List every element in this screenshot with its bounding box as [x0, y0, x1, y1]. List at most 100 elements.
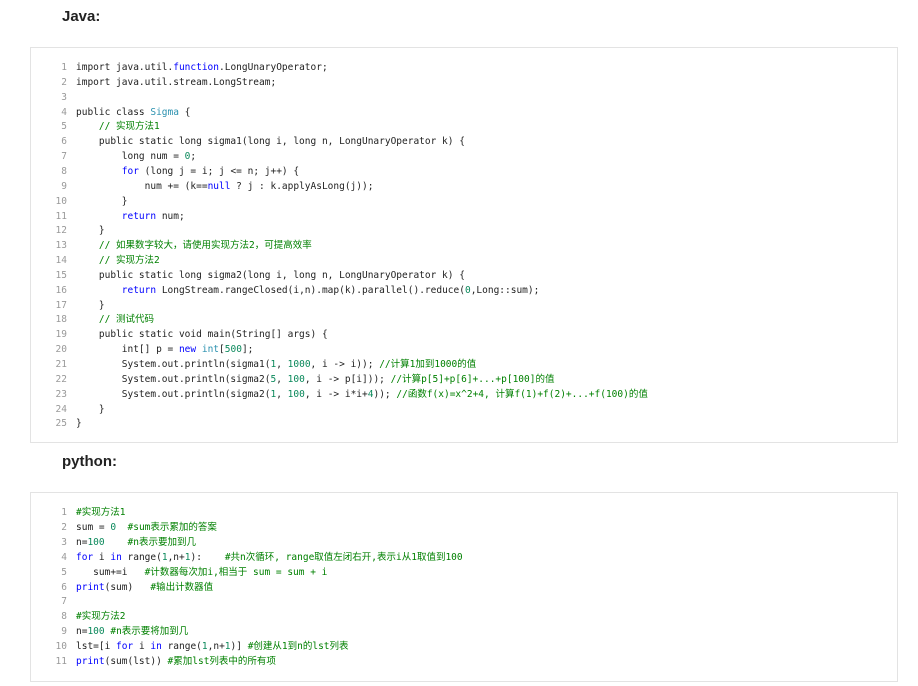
line-content: public static long sigma1(long i, long n… — [76, 135, 465, 149]
line-content: sum+=i #计数器每次加i,相当于 sum = sum + i — [76, 566, 327, 580]
line-content: public class Sigma { — [76, 106, 190, 120]
code-token: #n表示要将加到几 — [110, 626, 189, 638]
code-token: ,Long::sum); — [470, 284, 540, 296]
code-token: #累加lst列表中的所有项 — [167, 656, 276, 667]
code-token: System.out.println(sigma2( — [76, 388, 271, 400]
line-content: n=100 #n表示要加到几 — [76, 536, 196, 550]
line-number: 6 — [61, 581, 67, 593]
code-token: in — [150, 641, 162, 653]
line-number: 13 — [55, 240, 67, 252]
code-token: , i -> i)); — [310, 359, 380, 370]
code-token: for — [121, 165, 139, 177]
line-number: 22 — [55, 373, 67, 385]
code-token: #共n次循环, range取值左闭右开,表示i从1取值到100 — [224, 551, 463, 563]
code-token: #sum表示累加的答案 — [127, 521, 217, 533]
line-content: // 测试代码 — [76, 313, 154, 327]
line-content: num += (k==null ? j : k.applyAsLong(j)); — [76, 180, 374, 194]
line-number: 18 — [55, 314, 67, 326]
line-number: 7 — [61, 151, 67, 163]
line-number: 8 — [61, 611, 67, 623]
line-number: 10 — [55, 195, 67, 207]
code-token: ): — [190, 551, 225, 563]
line-number: 16 — [55, 284, 67, 296]
code-token: public static long sigma1(long i, long n… — [76, 136, 465, 148]
code-token: long num = — [76, 151, 185, 163]
code-token: num += (k== — [76, 180, 208, 192]
code-token: )] — [230, 641, 248, 653]
code-token: ,n+ — [207, 641, 225, 653]
code-token: ; — [190, 151, 197, 163]
code-token: 100 — [287, 373, 305, 385]
line-content: System.out.println(sigma2(5, 100, i -> p… — [76, 373, 555, 387]
line-number: 14 — [55, 255, 67, 267]
line-number: 10 — [55, 641, 67, 653]
line-number: 6 — [61, 136, 67, 148]
line-number: 4 — [61, 551, 67, 563]
code-token: i — [133, 641, 151, 653]
line-content: // 实现方法1 — [76, 120, 160, 134]
code-token: .LongUnaryOperator; — [219, 62, 328, 73]
code-token: )); — [373, 388, 397, 400]
code-token: i — [93, 551, 111, 563]
line-content: } — [76, 417, 82, 431]
code-token: sum = — [76, 521, 111, 533]
code-token: for — [116, 641, 134, 653]
line-number: 5 — [61, 121, 67, 133]
line-number: 9 — [61, 626, 67, 638]
line-content: } — [76, 224, 105, 238]
code-token: lst=[i — [76, 641, 117, 653]
line-number: 1 — [61, 507, 67, 518]
code-token: ? j : k.applyAsLong(j)); — [230, 180, 374, 192]
line-content: } — [76, 195, 128, 209]
code-token: int[] p = — [76, 344, 179, 356]
code-token: System.out.println(sigma2( — [76, 373, 271, 385]
java-heading: Java: — [62, 8, 101, 25]
code-token: 100 — [87, 536, 105, 548]
code-token: ,n+ — [167, 551, 185, 563]
code-token: sum+=i — [76, 566, 145, 578]
code-token: 500 — [224, 344, 242, 356]
code-token: public static long sigma2(long i, long n… — [76, 269, 465, 281]
line-number: 21 — [55, 359, 67, 370]
line-number: 19 — [55, 329, 67, 341]
line-content: #实现方法1 — [76, 506, 125, 520]
code-token: return — [121, 210, 157, 222]
java-code-block[interactable]: 1 import java.util.function.LongUnaryOper… — [30, 47, 898, 443]
line-content: for i in range(1,n+1): #共n次循环, range取值左闭… — [76, 551, 463, 565]
code-token: 100 — [87, 626, 105, 638]
code-token: , i -> i*i+ — [304, 388, 368, 400]
line-number: 3 — [61, 536, 67, 548]
line-number: 25 — [55, 418, 67, 430]
line-content: for (long j = i; j <= n; j++) { — [76, 165, 299, 179]
python-code-block[interactable]: 1 #实现方法1 2 sum = 0 #sum表示累加的答案 3 n=100 #n表示要加… — [30, 492, 898, 682]
code-token: , i -> p[i])); — [304, 373, 391, 385]
code-token: #输出计数器值 — [150, 581, 214, 593]
line-number: 2 — [61, 76, 67, 88]
code-token: ]; — [241, 344, 254, 356]
python-heading: python: — [62, 453, 117, 470]
line-content: n=100 #n表示要将加到几 — [76, 625, 188, 639]
line-number: 24 — [55, 403, 67, 415]
line-content: // 实现方法2 — [76, 254, 160, 268]
code-token: int — [201, 344, 220, 356]
line-number: 3 — [61, 91, 67, 103]
code-token: in — [110, 551, 122, 563]
code-token: // 如果数字较大，请使用实现方法2，可提高效率 — [76, 240, 312, 252]
code-token: } — [76, 225, 105, 237]
line-content: public static void main(String[] args) { — [76, 328, 328, 342]
code-token: (sum(lst)) — [104, 656, 168, 667]
code-token: function — [173, 62, 219, 73]
code-token: (sum) — [104, 581, 151, 593]
code-token: num; — [156, 210, 185, 222]
code-token: import java.util. — [76, 62, 174, 73]
code-token: } — [76, 299, 105, 311]
code-token: range( — [121, 551, 162, 563]
line-content: } — [76, 403, 105, 417]
code-token: range( — [161, 641, 202, 653]
line-number: 7 — [61, 596, 67, 608]
code-token: { — [178, 106, 191, 118]
